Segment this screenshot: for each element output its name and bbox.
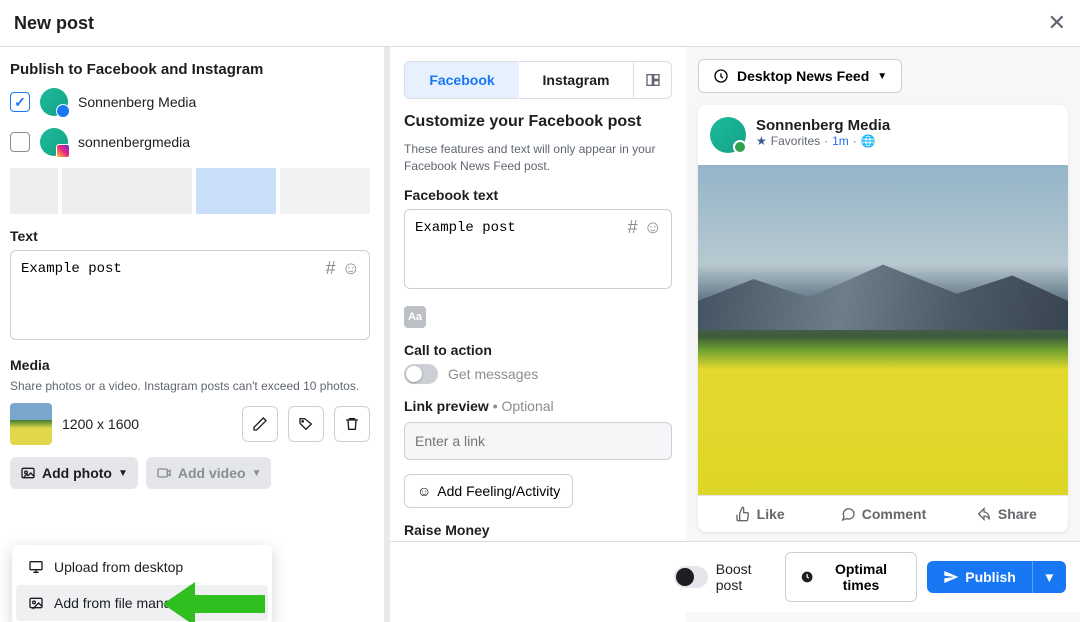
placeholder-strip (10, 168, 370, 214)
preview-device-selector[interactable]: Desktop News Feed ▼ (698, 59, 902, 93)
globe-icon: 🌐 (861, 134, 876, 148)
cta-label: Call to action (404, 342, 672, 358)
preview-actions: Like Comment Share (698, 495, 1068, 532)
like-button[interactable]: Like (698, 496, 821, 532)
preview-meta: ★ Favorites · 1m · 🌐 (756, 134, 890, 148)
customize-heading: Customize your Facebook post (404, 113, 672, 131)
tab-facebook[interactable]: Facebook (405, 62, 519, 98)
footer-bar: Boost post Optimal times Publish ▼ (390, 541, 1080, 612)
modal-title: New post (14, 13, 94, 34)
share-button[interactable]: Share (945, 496, 1068, 532)
media-sub: Share photos or a video. Instagram posts… (10, 379, 370, 393)
cta-toggle[interactable] (404, 364, 438, 384)
text-label: Text (10, 228, 370, 244)
chevron-down-icon: ▼ (877, 71, 887, 82)
preview-page-name: Sonnenberg Media (756, 117, 890, 134)
close-icon[interactable]: ✕ (1048, 10, 1066, 36)
boost-toggle[interactable] (674, 566, 708, 588)
add-video-button[interactable]: Add video ▼ (146, 457, 272, 489)
account-row-facebook[interactable]: Sonnenberg Media (10, 88, 370, 116)
media-label: Media (10, 357, 370, 373)
media-dimensions: 1200 x 1600 (62, 416, 232, 432)
trash-icon[interactable] (334, 406, 370, 442)
post-text-input[interactable] (10, 250, 370, 340)
chevron-down-icon: ▼ (252, 468, 262, 479)
boost-post-row: Boost post (674, 561, 775, 593)
account-name: sonnenbergmedia (78, 134, 190, 150)
post-preview-card: Sonnenberg Media ★ Favorites · 1m · 🌐 Li… (698, 105, 1068, 532)
comment-button[interactable]: Comment (821, 496, 944, 532)
compose-panel: Publish to Facebook and Instagram Sonnen… (0, 47, 390, 622)
text-format-icon[interactable]: Aa (404, 306, 426, 328)
avatar (710, 117, 746, 153)
avatar (40, 128, 68, 156)
publish-to-label: Publish to Facebook and Instagram (10, 61, 370, 78)
preview-panel: Desktop News Feed ▼ Sonnenberg Media ★ F… (686, 47, 1080, 622)
link-input[interactable] (404, 422, 672, 460)
modal-header: New post ✕ (0, 0, 1080, 47)
chevron-down-icon: ▼ (118, 468, 128, 479)
emoji-icon: ☺ (417, 483, 431, 499)
annotation-arrow (195, 595, 265, 613)
customize-panel: Facebook Instagram Customize your Facebo… (390, 47, 686, 622)
media-item-row: 1200 x 1600 (10, 403, 370, 445)
edit-icon[interactable] (242, 406, 278, 442)
preview-image (698, 165, 1068, 495)
emoji-icon[interactable]: ☺ (644, 217, 662, 238)
raise-money-label: Raise Money (404, 522, 672, 538)
cta-value: Get messages (448, 366, 538, 382)
checkbox-icon[interactable] (10, 132, 30, 152)
optimal-times-button[interactable]: Optimal times (785, 552, 918, 602)
hashtag-icon[interactable]: # (326, 258, 336, 279)
boost-label: Boost post (716, 561, 775, 593)
add-feeling-button[interactable]: ☺ Add Feeling/Activity (404, 474, 573, 508)
publish-dropdown-button[interactable]: ▼ (1032, 561, 1066, 593)
platform-tabs: Facebook Instagram (404, 61, 672, 99)
link-preview-label: Link preview • Optional (404, 398, 672, 414)
customize-sub: These features and text will only appear… (404, 141, 672, 175)
tag-icon[interactable] (288, 406, 324, 442)
add-photo-button[interactable]: Add photo ▼ (10, 457, 138, 489)
account-name: Sonnenberg Media (78, 94, 196, 110)
hashtag-icon[interactable]: # (628, 217, 638, 238)
account-row-instagram[interactable]: sonnenbergmedia (10, 128, 370, 156)
star-icon: ★ (756, 134, 767, 148)
dropdown-item-upload-desktop[interactable]: Upload from desktop (16, 549, 268, 585)
checkbox-checked-icon[interactable] (10, 92, 30, 112)
fb-text-label: Facebook text (404, 187, 672, 203)
tab-instagram[interactable]: Instagram (519, 62, 633, 98)
emoji-icon[interactable]: ☺ (342, 258, 360, 279)
media-thumbnail[interactable] (10, 403, 52, 445)
layout-toggle-icon[interactable] (633, 62, 671, 98)
publish-button[interactable]: Publish (927, 561, 1032, 593)
avatar (40, 88, 68, 116)
